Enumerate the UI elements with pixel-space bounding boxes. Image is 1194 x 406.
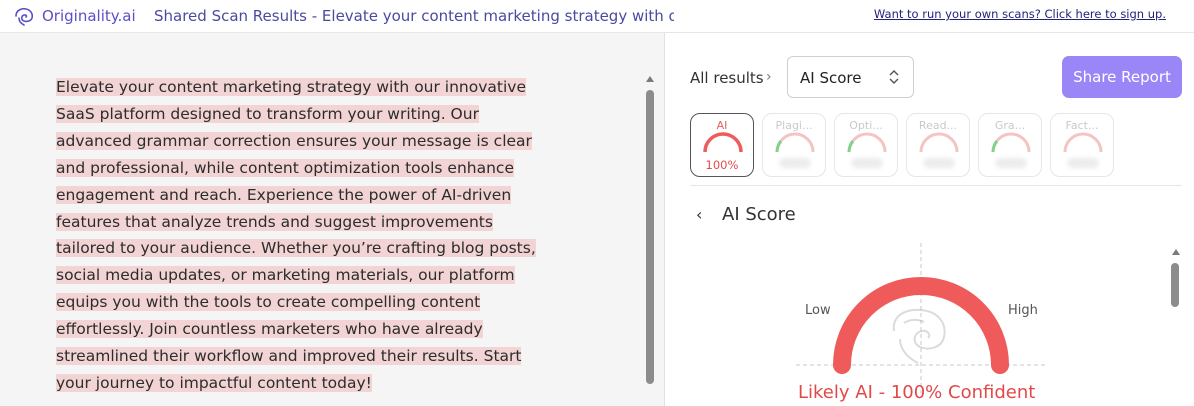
highlighted-line: streamlined their workflow and improved … — [56, 347, 522, 366]
tab-ai[interactable]: AI 100% — [690, 113, 754, 177]
chevron-right-icon: › — [766, 69, 772, 85]
highlighted-line: advanced grammar correction ensures your… — [56, 131, 532, 150]
highlighted-line: social media updates, or marketing mater… — [56, 266, 515, 285]
highlighted-line: Elevate your content marketing strategy … — [56, 78, 526, 96]
divider — [690, 185, 1182, 186]
mini-gauge-icon — [1063, 132, 1103, 153]
tab-label: Plagi... — [775, 119, 813, 132]
mini-gauge-icon — [775, 132, 815, 153]
highlighted-line: equips you with the tools to create comp… — [56, 293, 481, 312]
tab-readability[interactable]: Read... — [906, 113, 970, 177]
highlighted-line: tailored to your audience. Whether you’r… — [56, 239, 536, 258]
tab-optimization[interactable]: Opti... — [834, 113, 898, 177]
document-panel: Elevate your content marketing strategy … — [0, 33, 665, 406]
highlighted-line: features that analyze trends and suggest… — [56, 212, 493, 231]
blurred-value — [1067, 158, 1099, 168]
tab-label: Gra... — [994, 119, 1026, 132]
section-title: AI Score — [722, 204, 796, 225]
highlighted-line: SaaS platform designed to transform your… — [56, 104, 479, 123]
blurred-value — [851, 158, 883, 168]
gauge-cap-right — [991, 356, 1009, 374]
highlighted-line: effortlessly. Join countless marketers w… — [56, 320, 483, 339]
tab-label: Opti... — [849, 119, 883, 132]
tab-label: Read... — [918, 119, 958, 132]
gauge-arc — [833, 277, 1009, 366]
mini-gauge-icon — [847, 132, 887, 153]
blurred-value — [779, 158, 811, 168]
verdict-text: Likely AI - 100% Confident — [798, 382, 1036, 403]
tab-plagiarism[interactable]: Plagi... — [762, 113, 826, 177]
highlighted-line: engagement and reach. Experience the pow… — [56, 185, 512, 204]
page-title: Shared Scan Results - Elevate your conte… — [154, 7, 674, 25]
blurred-value — [995, 158, 1027, 168]
scanned-text: Elevate your content marketing strategy … — [56, 74, 556, 397]
document-scrollbar[interactable] — [646, 90, 654, 384]
scroll-up-arrow-icon[interactable] — [1172, 249, 1180, 255]
gauge-cap-left — [833, 356, 851, 374]
results-scrollbar[interactable] — [1171, 263, 1179, 307]
gauge-high-label: High — [1008, 303, 1038, 318]
results-panel: All results › AI Score Share Report AI 1… — [666, 33, 1194, 406]
tab-label: Fact... — [1065, 119, 1099, 132]
highlighted-line: your journey to impactful content today! — [56, 373, 372, 392]
top-bar: Originality.ai Shared Scan Results - Ele… — [0, 0, 1194, 33]
mini-gauge-icon — [703, 132, 743, 153]
tab-grammar[interactable]: Gra... — [978, 113, 1042, 177]
brand-logo[interactable]: Originality.ai — [12, 6, 136, 26]
result-type-select[interactable]: AI Score — [787, 56, 914, 98]
share-report-button[interactable]: Share Report — [1062, 56, 1182, 98]
blurred-value — [923, 158, 955, 168]
tab-value: 100% — [705, 158, 739, 172]
brand-name: Originality.ai — [42, 7, 136, 25]
breadcrumb-all-results[interactable]: All results — [690, 69, 764, 87]
select-value: AI Score — [800, 69, 862, 87]
mini-gauge-icon — [991, 132, 1031, 153]
sort-arrows-icon — [889, 70, 899, 84]
brain-watermark-icon — [892, 308, 946, 364]
mini-gauge-icon — [919, 132, 959, 153]
scroll-up-arrow-icon[interactable] — [646, 76, 654, 82]
back-chevron-icon[interactable]: ‹ — [696, 205, 702, 224]
brain-logo-icon — [15, 7, 34, 26]
tab-fact-check[interactable]: Fact... — [1050, 113, 1114, 177]
gauge-low-label: Low — [805, 303, 831, 318]
tab-label: AI — [716, 119, 728, 132]
signup-link[interactable]: Want to run your own scans? Click here t… — [874, 7, 1166, 21]
highlighted-line: and professional, while content optimiza… — [56, 158, 514, 177]
